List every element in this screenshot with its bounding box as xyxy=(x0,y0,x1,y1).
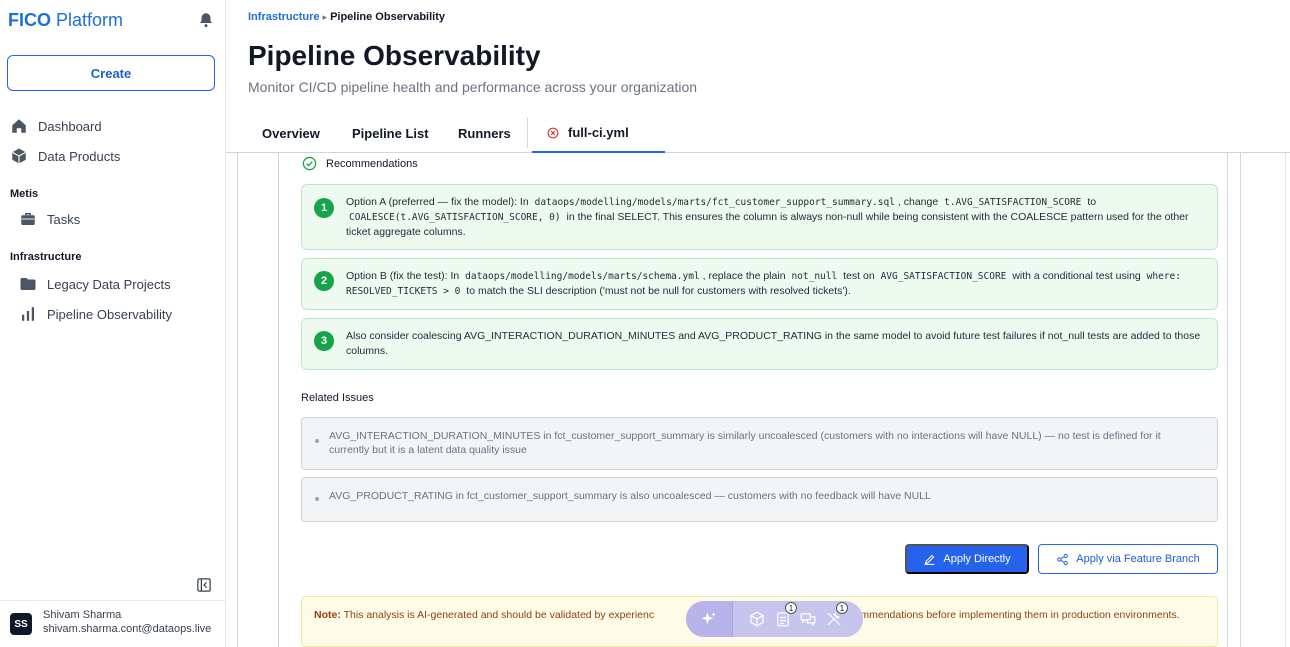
breadcrumb: Infrastructure ▸ Pipeline Observability xyxy=(248,11,445,23)
apply-directly-button[interactable]: Apply Directly xyxy=(905,544,1029,574)
briefcase-icon xyxy=(21,213,35,225)
floating-toolbar: 1 1 xyxy=(686,601,863,637)
button-label: Apply Directly xyxy=(943,553,1011,565)
package-icon[interactable] xyxy=(748,610,766,628)
recommendation-card-1: 1 Option A (preferred — fix the model): … xyxy=(301,184,1218,250)
user-email: shivam.sharma.cont@dataops.live xyxy=(43,623,212,635)
recommendation-text: Option A (preferred — fix the model): In… xyxy=(346,196,1189,238)
recommendation-card-2: 2 Option B (fix the test): In dataops/mo… xyxy=(301,258,1218,310)
tab-bar: Overview Pipeline List Runners full-ci.y… xyxy=(226,114,1290,153)
tab-full-ci-yml[interactable]: full-ci.yml xyxy=(532,114,665,153)
sparkle-icon xyxy=(701,612,716,625)
sidebar-item-tasks[interactable]: Tasks xyxy=(19,210,80,228)
user-profile[interactable]: SS Shivam Sharma shivam.sharma.cont@data… xyxy=(0,600,226,647)
tab-pipeline-list[interactable]: Pipeline List xyxy=(352,114,429,152)
recommendation-text: Option B (fix the test): In dataops/mode… xyxy=(346,270,1181,297)
home-icon xyxy=(12,119,26,133)
sidebar-item-label: Dashboard xyxy=(38,118,102,134)
step-number: 3 xyxy=(314,331,334,351)
related-issue-2: AVG_PRODUCT_RATING in fct_customer_suppo… xyxy=(301,477,1218,522)
clipboard-badge: 1 xyxy=(785,602,797,614)
user-name: Shivam Sharma xyxy=(43,609,122,621)
tab-overview[interactable]: Overview xyxy=(262,114,320,152)
apply-via-feature-branch-button[interactable]: Apply via Feature Branch xyxy=(1038,544,1218,574)
brand-rest: Platform xyxy=(56,10,124,30)
bullet xyxy=(315,439,319,443)
sidebar-item-pipeline-observability[interactable]: Pipeline Observability xyxy=(19,305,172,323)
issue-text: AVG_PRODUCT_RATING in fct_customer_suppo… xyxy=(329,490,931,502)
section-metis: Metis xyxy=(10,188,39,200)
sidebar-item-label: Tasks xyxy=(47,211,81,227)
tab-label: full-ci.yml xyxy=(568,125,629,140)
check-circle-icon xyxy=(302,156,317,171)
recommendation-card-3: 3 Also consider coalescing AVG_INTERACTI… xyxy=(301,318,1218,370)
cube-icon xyxy=(11,148,27,164)
bullet xyxy=(315,497,319,501)
create-button[interactable]: Create xyxy=(7,55,215,91)
bell-icon[interactable] xyxy=(197,11,215,29)
ai-assistant-button[interactable] xyxy=(686,601,733,637)
step-number: 2 xyxy=(314,271,334,291)
brand-bold: FICO xyxy=(8,10,51,30)
heading-text: Recommendations xyxy=(326,157,418,170)
brand-logo[interactable]: FICO Platform xyxy=(8,10,123,31)
collapse-sidebar-icon[interactable] xyxy=(197,578,211,592)
avatar: SS xyxy=(10,613,32,635)
tab-divider xyxy=(527,118,528,148)
step-number: 1 xyxy=(314,198,334,218)
share-icon xyxy=(1057,553,1069,565)
folder-icon xyxy=(20,278,36,290)
tools-badge: 1 xyxy=(836,602,848,614)
chat-icon[interactable] xyxy=(799,610,817,628)
bar-chart-icon xyxy=(22,307,34,321)
breadcrumb-link-infrastructure[interactable]: Infrastructure xyxy=(248,11,320,23)
error-circle-icon xyxy=(547,127,559,138)
section-infrastructure: Infrastructure xyxy=(10,251,82,263)
sidebar: FICO Platform Create Dashboard Data Prod… xyxy=(0,0,226,647)
related-issues-heading: Related Issues xyxy=(301,392,374,404)
sidebar-item-legacy-data-projects[interactable]: Legacy Data Projects xyxy=(19,275,171,293)
tab-runners[interactable]: Runners xyxy=(458,114,511,152)
note-label: Note: xyxy=(314,609,341,621)
sidebar-item-label: Pipeline Observability xyxy=(47,306,173,322)
edit-icon xyxy=(924,554,935,565)
breadcrumb-current: Pipeline Observability xyxy=(330,11,445,23)
button-label: Apply via Feature Branch xyxy=(1076,553,1200,565)
related-issue-1: AVG_INTERACTION_DURATION_MINUTES in fct_… xyxy=(301,417,1218,470)
recommendations-heading: Recommendations xyxy=(302,156,418,171)
recommendation-text: Also consider coalescing AVG_INTERACTION… xyxy=(346,330,1201,357)
issue-text: AVG_INTERACTION_DURATION_MINUTES in fct_… xyxy=(329,430,1161,456)
sidebar-item-dashboard[interactable]: Dashboard xyxy=(10,117,102,135)
sidebar-item-data-products[interactable]: Data Products xyxy=(10,147,120,165)
breadcrumb-separator: ▸ xyxy=(322,12,328,22)
scrollbar-track[interactable] xyxy=(1285,153,1286,647)
sidebar-item-label: Data Products xyxy=(38,148,121,164)
page-subtitle: Monitor CI/CD pipeline health and perfor… xyxy=(248,79,698,95)
page-title: Pipeline Observability xyxy=(248,40,541,71)
sidebar-item-label: Legacy Data Projects xyxy=(47,276,171,292)
